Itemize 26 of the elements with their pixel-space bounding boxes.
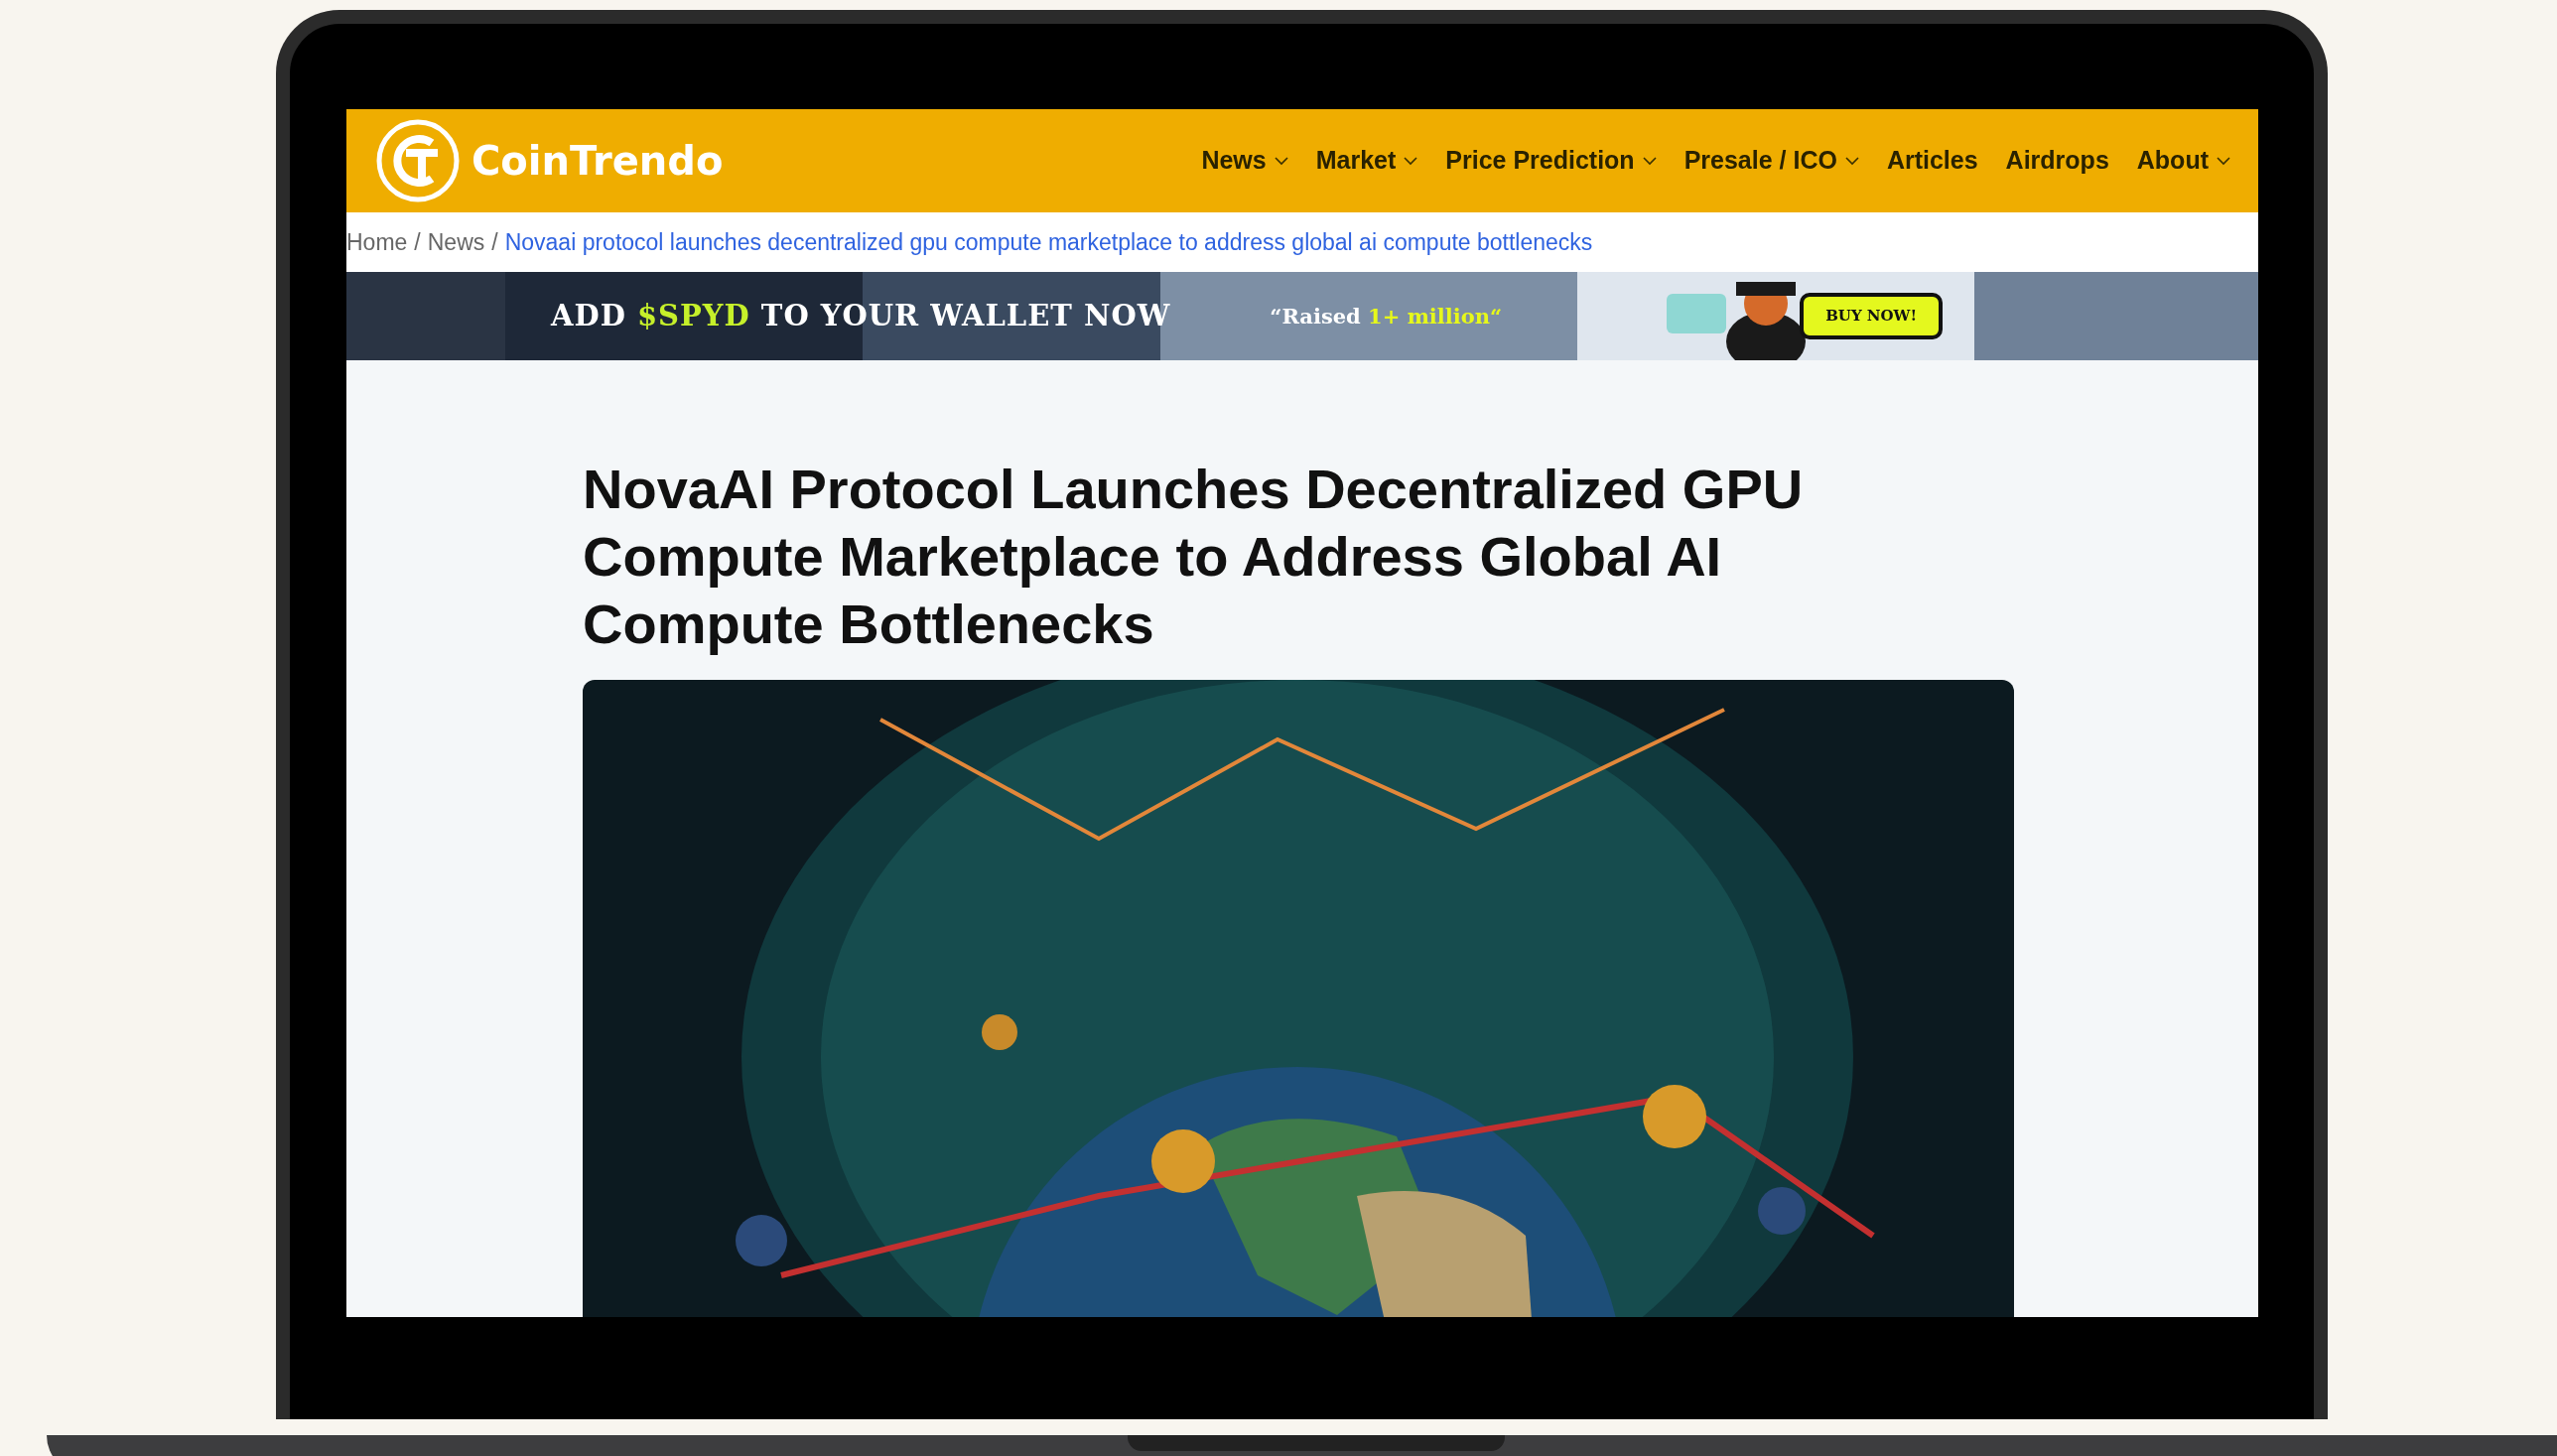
banner-headline: ADD	[551, 298, 626, 332]
nav-link[interactable]: Airdrops	[2005, 142, 2109, 180]
chevron-down-icon	[2217, 156, 2230, 166]
chevron-down-icon	[1404, 156, 1418, 166]
breadcrumb-separator: /	[491, 227, 498, 257]
banner-tagline: “Raised	[1270, 303, 1361, 329]
breadcrumb-link[interactable]: Home	[346, 224, 408, 260]
article-title: NovaAI Protocol Launches Decentralized GPU Compute Marketplace to Address Global AI Compute Bottlenecks	[583, 457, 1805, 657]
banner-headline: TO YOUR WALLET NOW	[760, 298, 1171, 332]
logo-icon	[376, 119, 460, 202]
nav-link[interactable]: News	[1201, 142, 1288, 180]
nav-link[interactable]: About	[2136, 142, 2230, 180]
nav-link[interactable]: Articles	[1886, 142, 1978, 180]
banner-tagline-highlight: 1+ million“	[1368, 303, 1503, 329]
breadcrumb-link[interactable]: News	[427, 224, 485, 260]
banner-headline-highlight: $SPYD	[636, 298, 750, 332]
breadcrumb-separator: /	[414, 227, 421, 257]
chevron-down-icon	[1274, 156, 1288, 166]
ad-banner[interactable]: ADD $SPYD TO YOUR WALLET NOW “Raised 1+ million“ BUY NOW!	[346, 272, 2258, 360]
nav-link[interactable]: Presale / ICO	[1683, 142, 1859, 180]
nav-link[interactable]: Price Prediction	[1445, 142, 1657, 180]
nav-link[interactable]: Market	[1315, 142, 1418, 180]
breadcrumb-link[interactable]: Novaai protocol launches decentralized gpu compute marketplace to address global ai compute bottlenecks	[504, 224, 1593, 260]
buy-now-button[interactable]: BUY NOW!	[1800, 293, 1944, 339]
chevron-down-icon	[1642, 156, 1657, 166]
chevron-down-icon	[1844, 156, 1859, 166]
